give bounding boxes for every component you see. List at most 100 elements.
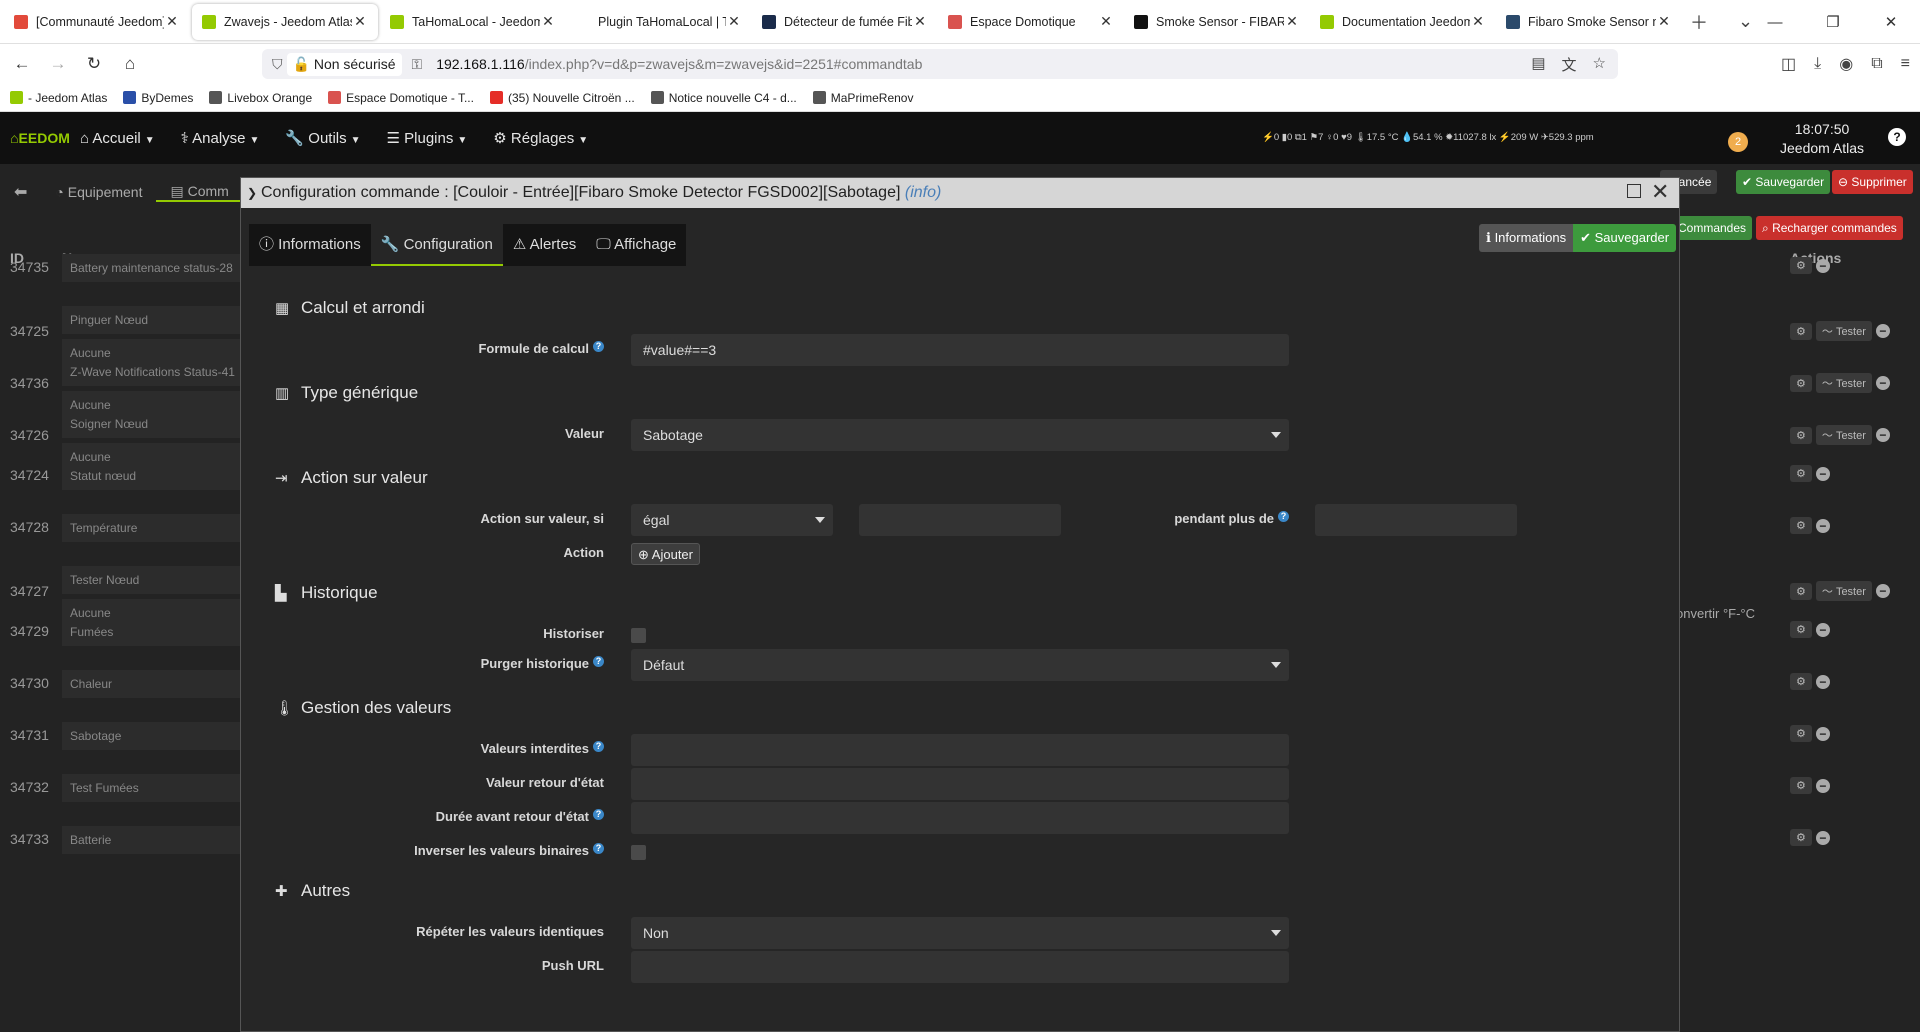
key-icon[interactable]: ⚿ <box>412 56 423 73</box>
cogs-icon[interactable]: ⚙ <box>1790 621 1812 638</box>
forward-icon[interactable]: → <box>40 54 76 74</box>
cogs-icon[interactable]: ⚙ <box>1790 517 1812 534</box>
tab-close-icon[interactable]: ✕ <box>1284 13 1300 30</box>
cogs-icon[interactable]: ⚙ <box>1790 257 1812 274</box>
download-icon[interactable]: ⤓ <box>1814 55 1821 73</box>
row-name-input[interactable]: Batterie <box>62 826 242 854</box>
tab-close-icon[interactable]: ✕ <box>164 13 180 30</box>
minus-circle-icon[interactable]: − <box>1875 376 1890 390</box>
question-icon[interactable]: ? <box>593 656 604 667</box>
cogs-icon[interactable]: ⚙ <box>1790 777 1812 794</box>
formula-input[interactable]: #value#==3 <box>631 334 1289 366</box>
close-icon[interactable]: ✕ <box>1651 179 1669 205</box>
pocket-icon[interactable]: ◫ <box>1781 54 1796 74</box>
browser-tab[interactable]: Détecteur de fumée Fib ✕ <box>752 4 938 40</box>
translate-icon[interactable]: 文 <box>1562 54 1577 75</box>
info-button[interactable]: ℹ Informations <box>1479 224 1574 252</box>
modal-title-bar[interactable]: ❯ Configuration commande : [Couloir - En… <box>241 178 1679 208</box>
bookmark-item[interactable]: Espace Domotique - T... <box>328 91 474 105</box>
question-icon[interactable]: ? <box>593 341 604 352</box>
minus-circle-icon[interactable]: − <box>1875 324 1890 338</box>
forbidden-values-input[interactable] <box>631 734 1289 766</box>
home-icon[interactable]: ⌂ <box>112 54 148 74</box>
bookmark-item[interactable]: Notice nouvelle C4 - d... <box>650 91 797 105</box>
cogs-icon[interactable]: ⚙ <box>1790 465 1812 482</box>
tab-close-icon[interactable]: ✕ <box>1470 13 1486 30</box>
status-summary[interactable]: ⚡0 ▮0 ⧉1 ⚑7 ♀0 ♥9 🌡17.5 °C 💧54.1 % ✹1102… <box>1262 132 1594 143</box>
row-name-input[interactable]: Soigner Nœud <box>62 410 242 438</box>
minus-circle-icon[interactable]: − <box>1875 428 1890 442</box>
generic-type-select[interactable]: Sabotage <box>631 419 1289 451</box>
browser-tab[interactable]: Smoke Sensor - FIBARO ✕ <box>1124 4 1310 40</box>
bg-delete-button[interactable]: ⊖ Supprimer <box>1832 170 1913 194</box>
bookmark-item[interactable]: MaPrimeRenov <box>812 91 913 105</box>
tab-affichage[interactable]: 🖵 Affichage <box>586 224 686 266</box>
tab-equipement[interactable]: ◔ Equipement <box>41 184 156 200</box>
test-button[interactable]: 〜 Tester <box>1815 581 1872 601</box>
row-name-input[interactable]: Test Fumées <box>62 774 242 802</box>
cogs-icon[interactable]: ⚙ <box>1790 426 1812 444</box>
cogs-icon[interactable]: ⚙ <box>1790 322 1812 340</box>
row-name-input[interactable]: Fumées <box>62 618 242 646</box>
address-bar[interactable]: ⛉ 🔓 Non sécurisé ⚿ 192.168.1.116/index.p… <box>262 49 1618 79</box>
minus-circle-icon[interactable]: − <box>1815 778 1830 793</box>
test-button[interactable]: 〜 Tester <box>1815 321 1872 341</box>
tab-close-icon[interactable]: ✕ <box>352 13 368 30</box>
menu-outils[interactable]: 🔧 Outils ▼ <box>285 129 360 147</box>
test-button[interactable]: 〜 Tester <box>1815 425 1872 445</box>
jeedom-logo[interactable]: ⌂EEDOM <box>0 112 80 164</box>
bookmark-item[interactable]: Livebox Orange <box>209 91 312 105</box>
operator-select[interactable]: égal <box>631 504 833 536</box>
tab-commandes[interactable]: ▤ Comm <box>156 183 243 202</box>
minus-circle-icon[interactable]: − <box>1815 726 1830 741</box>
row-name-input[interactable]: Battery maintenance status-28 <box>62 254 242 282</box>
test-button[interactable]: 〜 Tester <box>1815 373 1872 393</box>
tab-close-icon[interactable]: ✕ <box>726 13 742 30</box>
tab-close-icon[interactable]: ✕ <box>1656 13 1672 30</box>
return-delay-input[interactable] <box>631 802 1289 834</box>
cogs-icon[interactable]: ⚙ <box>1790 673 1812 690</box>
browser-tab[interactable]: Plugin TaHomaLocal | TaHom✕ <box>566 4 752 40</box>
cogs-icon[interactable]: ⚙ <box>1790 374 1812 392</box>
menu-icon[interactable]: ≡ <box>1901 55 1910 73</box>
tab-configuration[interactable]: 🔧 Configuration <box>370 224 503 266</box>
bg-save-button[interactable]: ✔ Sauvegarder <box>1736 170 1831 194</box>
back-arrow-icon[interactable]: ⬅ <box>0 182 41 202</box>
back-icon[interactable]: ← <box>4 54 40 74</box>
minus-circle-icon[interactable]: − <box>1815 622 1830 637</box>
question-icon[interactable]: ? <box>593 809 604 820</box>
menu-plugins[interactable]: ☰ Plugins ▼ <box>387 129 468 147</box>
restore-icon[interactable]: ❐ <box>1804 13 1862 31</box>
minus-circle-icon[interactable]: − <box>1815 518 1830 533</box>
row-name-input[interactable]: Sabotage <box>62 722 242 750</box>
cogs-icon[interactable]: ⚙ <box>1790 725 1812 742</box>
security-indicator[interactable]: 🔓 Non sécurisé <box>286 52 402 76</box>
tab-close-icon[interactable]: ✕ <box>540 13 556 30</box>
minus-circle-icon[interactable]: − <box>1875 584 1890 598</box>
extensions-icon[interactable]: ⧉ <box>1871 55 1882 73</box>
save-button[interactable]: ✔ Sauvegarder <box>1573 224 1677 252</box>
help-icon[interactable]: ? <box>1888 128 1906 146</box>
browser-tab[interactable]: Espace Domotique ✕ <box>938 4 1124 40</box>
tab-informations[interactable]: ⓘ Informations <box>249 224 371 266</box>
new-tab-icon[interactable]: ＋ <box>1690 9 1708 35</box>
bookmark-star-icon[interactable]: ☆ <box>1593 54 1606 75</box>
minus-circle-icon[interactable]: − <box>1815 466 1830 481</box>
row-name-input[interactable]: Statut nœud <box>62 462 242 490</box>
add-action-button[interactable]: ⊕ Ajouter <box>631 543 700 565</box>
browser-tab[interactable]: Zwavejs - Jeedom Atlas ✕ <box>192 3 378 40</box>
message-badge[interactable]: 2 <box>1728 132 1748 152</box>
reload-icon[interactable]: ↻ <box>76 54 112 74</box>
account-icon[interactable]: ◉ <box>1839 54 1853 74</box>
minus-circle-icon[interactable]: − <box>1815 258 1830 273</box>
row-name-input[interactable]: Z-Wave Notifications Status-41 <box>62 358 242 386</box>
menu-analyse[interactable]: ⚕ Analyse ▼ <box>181 129 260 147</box>
minus-circle-icon[interactable]: − <box>1815 674 1830 689</box>
invert-checkbox[interactable] <box>631 845 646 860</box>
question-icon[interactable]: ? <box>1278 511 1289 522</box>
browser-tab[interactable]: Fibaro Smoke Sensor ne ✕ <box>1496 4 1682 40</box>
tab-close-icon[interactable]: ✕ <box>1098 13 1114 30</box>
row-name-input[interactable]: Température <box>62 514 242 542</box>
question-icon[interactable]: ? <box>593 741 604 752</box>
row-name-input[interactable]: Chaleur <box>62 670 242 698</box>
